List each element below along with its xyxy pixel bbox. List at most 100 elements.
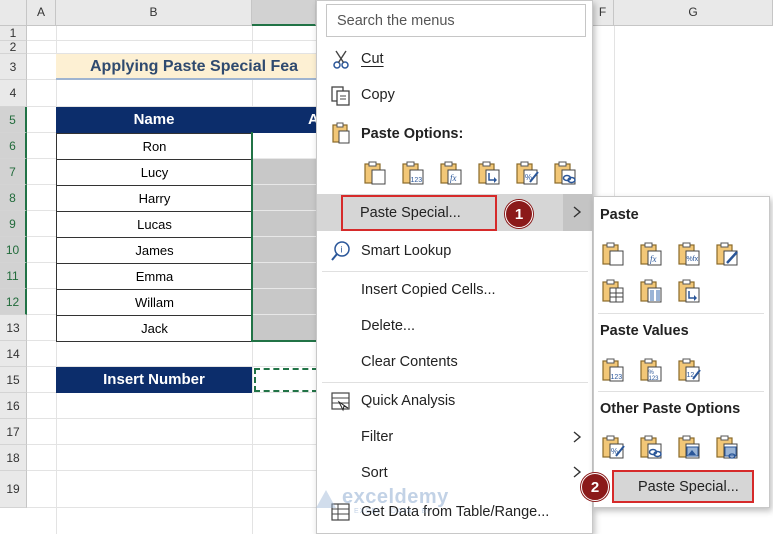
- name-cell[interactable]: Lucas: [56, 211, 253, 238]
- menu-item-copy[interactable]: Copy: [317, 82, 592, 110]
- chevron-right-icon: [573, 206, 582, 218]
- paste-formulas-icon[interactable]: fx: [638, 241, 664, 267]
- menu-item-insert-copied-cells[interactable]: Insert Copied Cells...: [317, 277, 592, 305]
- row-header[interactable]: 16: [0, 393, 27, 419]
- svg-text:123: 123: [411, 177, 423, 184]
- name-cell[interactable]: Ron: [56, 133, 253, 160]
- column-header-f[interactable]: F: [592, 0, 614, 26]
- submenu-separator: [598, 391, 764, 392]
- copied-cell-marquee[interactable]: [254, 368, 318, 392]
- column-header-a[interactable]: A: [27, 0, 56, 26]
- row-header[interactable]: 17: [0, 419, 27, 445]
- row-header[interactable]: 8: [0, 185, 27, 211]
- row-header[interactable]: 18: [0, 445, 27, 471]
- paste-values-number-format-icon[interactable]: % 123: [638, 357, 664, 383]
- name-cell[interactable]: Emma: [56, 263, 253, 290]
- row-gridline: [27, 40, 316, 41]
- paste-transpose-icon[interactable]: [676, 278, 702, 304]
- menu-item-delete[interactable]: Delete...: [317, 313, 592, 341]
- search-menus-placeholder: Search the menus: [337, 13, 455, 29]
- row-header[interactable]: 5: [0, 107, 27, 133]
- row-header[interactable]: 3: [0, 54, 27, 80]
- menu-item-clear-contents-label: Clear Contents: [361, 354, 458, 370]
- step-badge-1: 1: [505, 200, 533, 228]
- menu-item-quick-analysis[interactable]: Quick Analysis: [317, 388, 592, 416]
- row-header[interactable]: 9: [0, 211, 27, 237]
- paste-keep-column-widths-icon[interactable]: [638, 278, 664, 304]
- name-cell[interactable]: Jack: [56, 315, 253, 342]
- row-header[interactable]: 6: [0, 133, 27, 159]
- menu-item-sort-label: Sort: [361, 465, 388, 481]
- chevron-right-icon: [573, 431, 582, 443]
- menu-item-insert-copied-cells-label: Insert Copied Cells...: [361, 282, 496, 298]
- column-header-c[interactable]: [252, 0, 316, 26]
- name-cell[interactable]: Willam: [56, 289, 253, 316]
- watermark-subtext: EXCEL · DATA · BI: [354, 508, 430, 515]
- row-header[interactable]: 11: [0, 263, 27, 289]
- paste-formulas-number-format-icon[interactable]: %fx: [676, 241, 702, 267]
- menu-item-cut-label: Cut: [361, 51, 384, 67]
- quick-analysis-icon: [331, 392, 350, 412]
- menu-item-cut[interactable]: Cut: [317, 46, 592, 74]
- menu-item-smart-lookup[interactable]: i Smart Lookup: [317, 238, 592, 266]
- paste-keep-source-formatting-icon[interactable]: [714, 241, 740, 267]
- submenu-other-paste-header: Other Paste Options: [600, 401, 741, 417]
- paste-link-icon[interactable]: [552, 160, 578, 186]
- row-header[interactable]: 12: [0, 289, 27, 315]
- menu-item-filter[interactable]: Filter: [317, 424, 592, 452]
- menu-item-clear-contents[interactable]: Clear Contents: [317, 349, 592, 377]
- watermark-icon: [316, 490, 336, 508]
- submenu-paste-special-button[interactable]: Paste Special...: [612, 470, 754, 503]
- select-all-corner[interactable]: [0, 0, 27, 26]
- paste-options-label: Paste Options:: [361, 126, 464, 142]
- search-menus-input[interactable]: Search the menus: [326, 4, 586, 37]
- paste-values-source-formatting-icon[interactable]: 12: [676, 357, 702, 383]
- row-gridline: [27, 444, 316, 445]
- paste-options-header: Paste Options:: [317, 120, 592, 148]
- copy-icon: [331, 86, 350, 106]
- paste-formatting-icon[interactable]: %: [600, 434, 626, 460]
- paste-formatting-icon[interactable]: %: [514, 160, 540, 186]
- paste-link-icon[interactable]: [638, 434, 664, 460]
- menu-separator: [322, 271, 588, 272]
- chevron-right-icon: [573, 466, 582, 478]
- row-header[interactable]: 7: [0, 159, 27, 185]
- submenu-paste-header: Paste: [600, 207, 639, 223]
- menu-separator: [322, 382, 588, 383]
- menu-item-sort[interactable]: Sort: [317, 460, 592, 488]
- name-cell[interactable]: Lucy: [56, 159, 253, 186]
- paste-icon[interactable]: [600, 241, 626, 267]
- paste-formulas-icon[interactable]: fx: [438, 160, 464, 186]
- paste-values-icon[interactable]: 123: [400, 160, 426, 186]
- paste-linked-picture-icon[interactable]: [714, 434, 740, 460]
- paste-no-borders-icon[interactable]: [600, 278, 626, 304]
- svg-text:i: i: [341, 245, 343, 255]
- name-cell[interactable]: Harry: [56, 185, 253, 212]
- column-header-g[interactable]: G: [614, 0, 773, 26]
- row-header[interactable]: 14: [0, 341, 27, 367]
- row-header[interactable]: 4: [0, 80, 27, 107]
- row-header[interactable]: 13: [0, 315, 27, 341]
- name-header: Name: [56, 107, 252, 133]
- column-header-b[interactable]: B: [56, 0, 252, 26]
- menu-item-smart-lookup-label: Smart Lookup: [361, 243, 452, 259]
- paste-icon[interactable]: [362, 160, 388, 186]
- row-header[interactable]: 1: [0, 26, 27, 41]
- scissors-icon: [333, 50, 349, 69]
- paste-values-icon[interactable]: 123: [600, 357, 626, 383]
- row-header[interactable]: 19: [0, 471, 27, 508]
- paste-picture-icon[interactable]: [676, 434, 702, 460]
- submenu-paste-special-label: Paste Special...: [638, 479, 739, 495]
- row-gridline: [27, 418, 316, 419]
- row-header[interactable]: 10: [0, 237, 27, 263]
- paste-transpose-icon[interactable]: [476, 160, 502, 186]
- svg-text:fx: fx: [650, 254, 657, 264]
- paste-special-label: Paste Special...: [360, 205, 461, 221]
- row-header[interactable]: 2: [0, 41, 27, 54]
- name-cell[interactable]: James: [56, 237, 253, 264]
- row-gridline: [27, 507, 316, 508]
- selection-range: [251, 132, 319, 342]
- insert-number-label: Insert Number: [56, 367, 252, 393]
- menu-item-copy-label: Copy: [361, 87, 395, 103]
- row-header[interactable]: 15: [0, 367, 27, 393]
